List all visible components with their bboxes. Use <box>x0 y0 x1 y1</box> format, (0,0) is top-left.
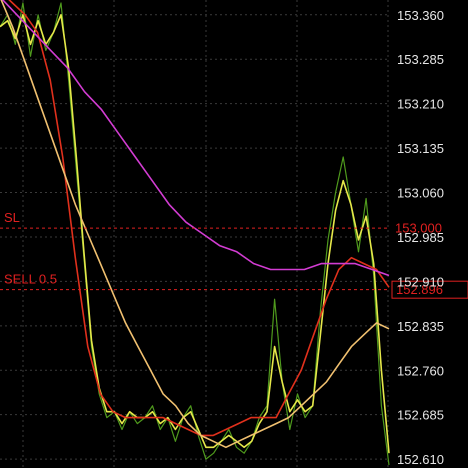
sl-label: SL <box>4 210 20 225</box>
price-tick-label: 153.210 <box>397 97 444 112</box>
price-tick-label: 152.610 <box>397 452 444 467</box>
sell-label: SELL 0.5 <box>4 272 57 287</box>
price-tick-label: 152.685 <box>397 408 444 423</box>
price-tick-label: 153.285 <box>397 52 444 67</box>
price-tick-label: 152.760 <box>397 363 444 378</box>
price-tick-label: 152.835 <box>397 319 444 334</box>
price-tick-label: 152.910 <box>397 274 444 289</box>
price-chart[interactable]: SL 153.000 SELL 0.5 152.896 153.360153.2… <box>0 0 468 468</box>
price-tick-label: 153.135 <box>397 141 444 156</box>
price-tick-label: 153.360 <box>397 8 444 23</box>
price-tick-label: 153.060 <box>397 186 444 201</box>
price-tick-label: 152.985 <box>397 230 444 245</box>
